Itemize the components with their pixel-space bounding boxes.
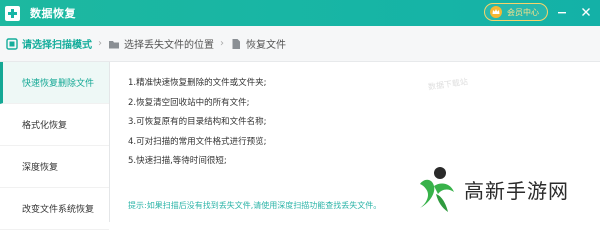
sidebar-item-filesystem-recovery[interactable]: 改变文件系统恢复	[0, 188, 109, 230]
crown-icon	[490, 6, 502, 18]
sidebar-item-deep-recovery[interactable]: 深度恢复	[0, 146, 109, 188]
sidebar-item-quick-recovery[interactable]: 快速恢复删除文件	[0, 62, 109, 104]
sidebar-item-label: 快速恢复删除文件	[22, 79, 95, 89]
wizard-steps: 请选择扫描模式 › 选择丢失文件的位置 › 恢复文件	[0, 26, 600, 62]
sidebar-item-format-recovery[interactable]: 格式化恢复	[0, 104, 109, 146]
close-icon	[582, 8, 590, 16]
chevron-right-icon: ›	[220, 38, 224, 49]
brand-logo-icon	[420, 167, 454, 212]
list-item: 1.精准快速恢复删除的文件或文件夹;	[128, 78, 267, 88]
list-item: 3.可恢复原有的目录结构和文件名称;	[128, 117, 267, 128]
step-label: 选择丢失文件的位置	[124, 40, 214, 51]
sidebar-item-label: 深度恢复	[22, 163, 59, 173]
minimize-button[interactable]	[554, 4, 570, 20]
title-bar: 数据恢复 会员中心	[0, 0, 600, 26]
step-label: 请选择扫描模式	[22, 40, 92, 51]
step-recover-files: 恢复文件	[230, 36, 286, 51]
hint-text: 提示:如果扫描后没有找到丢失文件,请使用深度扫描功能查找丢失文件。	[128, 201, 382, 210]
brand-watermark: 高新手游网	[414, 164, 569, 214]
chevron-right-icon: ›	[98, 38, 102, 49]
step-label: 恢复文件	[246, 40, 286, 51]
app-plus-icon	[5, 5, 20, 21]
member-center-button[interactable]: 会员中心	[484, 3, 548, 21]
member-center-label: 会员中心	[507, 7, 539, 17]
step-select-location: 选择丢失文件的位置	[108, 36, 214, 51]
folder-icon	[109, 40, 119, 48]
file-icon	[232, 38, 240, 49]
feature-list: 1.精准快速恢复删除的文件或文件夹; 2.恢复清空回收站中的所有文件; 3.可恢…	[114, 66, 600, 172]
sidebar-item-label: 改变文件系统恢复	[22, 205, 95, 215]
close-button[interactable]	[578, 4, 594, 20]
sidebar-item-label: 格式化恢复	[22, 121, 68, 131]
minimize-icon	[558, 12, 566, 14]
brand-text: 高新手游网	[464, 178, 569, 203]
list-item: 4.可对扫描的常用文件格式进行预览;	[128, 136, 267, 147]
scan-mode-icon	[6, 37, 18, 50]
recovery-mode-sidebar: 快速恢复删除文件 格式化恢复 深度恢复 改变文件系统恢复	[0, 62, 110, 230]
step-scan-mode: 请选择扫描模式	[6, 36, 92, 51]
list-item: 2.恢复清空回收站中的所有文件;	[128, 97, 250, 108]
app-title: 数据恢复	[30, 7, 76, 20]
